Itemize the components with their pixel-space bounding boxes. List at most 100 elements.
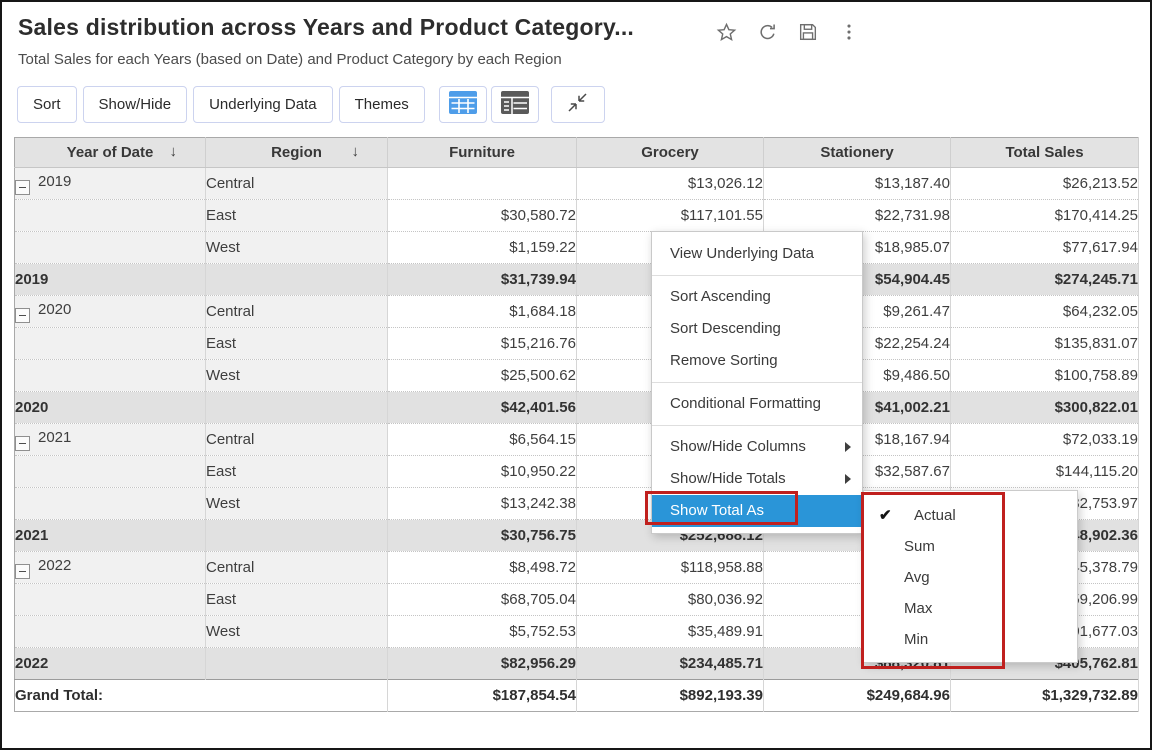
refresh-icon[interactable] [755, 20, 779, 44]
cell-grocery[interactable]: $13,026.12 [577, 168, 764, 200]
cell-total[interactable]: $26,213.52 [951, 168, 1139, 200]
menu-item-show-hide-totals[interactable]: Show/Hide Totals [652, 463, 862, 495]
cell-furniture[interactable]: $31,739.94 [388, 264, 577, 296]
cell-furniture[interactable]: $1,684.18 [388, 296, 577, 328]
submenu-item-avg[interactable]: Avg [864, 562, 1077, 593]
cell-furniture[interactable]: $30,756.75 [388, 520, 577, 552]
cell-region[interactable]: Central [206, 552, 388, 584]
submenu-item-actual[interactable]: ✔Actual [864, 500, 1077, 531]
show-hide-button[interactable]: Show/Hide [83, 86, 188, 123]
cell-year[interactable]: 2022 [15, 648, 206, 680]
collapse-view-button[interactable] [551, 86, 605, 123]
cell-region[interactable] [206, 648, 388, 680]
cell-grocery[interactable]: $892,193.39 [577, 680, 764, 712]
column-header-year-of-date[interactable]: Year of Date↓ [15, 138, 206, 168]
menu-item-conditional-formatting[interactable]: Conditional Formatting [652, 388, 862, 420]
cell-region[interactable]: East [206, 328, 388, 360]
cell-furniture[interactable]: $10,950.22 [388, 456, 577, 488]
sort-button[interactable]: Sort [17, 86, 77, 123]
cell-region[interactable]: West [206, 232, 388, 264]
cell-region[interactable]: Central [206, 424, 388, 456]
menu-item-remove-sorting[interactable]: Remove Sorting [652, 345, 862, 377]
submenu-item-min[interactable]: Min [864, 624, 1077, 655]
table-view-button[interactable] [439, 86, 487, 123]
cell-region[interactable] [206, 520, 388, 552]
cell-stationery[interactable]: $249,684.96 [764, 680, 951, 712]
menu-item-show-hide-columns[interactable]: Show/Hide Columns [652, 431, 862, 463]
menu-item-view-underlying-data[interactable]: View Underlying Data [652, 238, 862, 270]
cell-total[interactable]: $135,831.07 [951, 328, 1139, 360]
cell-year[interactable] [15, 488, 206, 520]
cell-furniture[interactable]: $15,216.76 [388, 328, 577, 360]
cell-year[interactable] [15, 456, 206, 488]
cell-furniture[interactable]: $1,159.22 [388, 232, 577, 264]
cell-stationery[interactable]: $22,731.98 [764, 200, 951, 232]
cell-stationery[interactable]: $13,187.40 [764, 168, 951, 200]
cell-region[interactable]: East [206, 200, 388, 232]
cell-total[interactable]: $77,617.94 [951, 232, 1139, 264]
cell-total[interactable]: $274,245.71 [951, 264, 1139, 296]
cell-year[interactable] [15, 360, 206, 392]
cell-total[interactable]: $1,329,732.89 [951, 680, 1139, 712]
submenu-item-sum[interactable]: Sum [864, 531, 1077, 562]
collapse-minus-icon[interactable] [15, 180, 30, 195]
table-dark-view-button[interactable] [491, 86, 539, 123]
cell-year[interactable] [15, 328, 206, 360]
themes-button[interactable]: Themes [339, 86, 425, 123]
collapse-minus-icon[interactable] [15, 436, 30, 451]
column-header-grocery[interactable]: Grocery [577, 138, 764, 168]
cell-total[interactable]: $100,758.89 [951, 360, 1139, 392]
cell-total[interactable]: $72,033.19 [951, 424, 1139, 456]
cell-furniture[interactable] [388, 168, 577, 200]
underlying-data-button[interactable]: Underlying Data [193, 86, 333, 123]
cell-furniture[interactable]: $30,580.72 [388, 200, 577, 232]
cell-region[interactable]: West [206, 360, 388, 392]
cell-region[interactable]: West [206, 616, 388, 648]
cell-region[interactable] [206, 264, 388, 296]
cell-year[interactable]: 2020 [15, 296, 206, 328]
sort-descending-arrow-icon[interactable]: ↓ [352, 143, 360, 160]
cell-furniture[interactable]: $8,498.72 [388, 552, 577, 584]
column-header-furniture[interactable]: Furniture [388, 138, 577, 168]
cell-region[interactable]: East [206, 584, 388, 616]
cell-grocery[interactable]: $234,485.71 [577, 648, 764, 680]
cell-total[interactable]: $300,822.01 [951, 392, 1139, 424]
favorite-star-icon[interactable] [714, 20, 738, 44]
cell-furniture[interactable]: $25,500.62 [388, 360, 577, 392]
cell-year[interactable]: 2019 [15, 264, 206, 296]
cell-year[interactable]: 2021 [15, 424, 206, 456]
column-header-stationery[interactable]: Stationery [764, 138, 951, 168]
cell-furniture[interactable]: $68,705.04 [388, 584, 577, 616]
cell-year[interactable]: 2021 [15, 520, 206, 552]
cell-year[interactable]: 2020 [15, 392, 206, 424]
cell-grocery[interactable]: $80,036.92 [577, 584, 764, 616]
cell-furniture[interactable]: $187,854.54 [388, 680, 577, 712]
cell-furniture[interactable]: $42,401.56 [388, 392, 577, 424]
cell-region[interactable]: West [206, 488, 388, 520]
cell-furniture[interactable]: $13,242.38 [388, 488, 577, 520]
cell-region[interactable] [206, 392, 388, 424]
cell-grocery[interactable]: $118,958.88 [577, 552, 764, 584]
menu-item-sort-descending[interactable]: Sort Descending [652, 313, 862, 345]
cell-total[interactable]: $64,232.05 [951, 296, 1139, 328]
save-icon[interactable] [796, 20, 820, 44]
more-options-icon[interactable] [837, 20, 861, 44]
cell-year[interactable] [15, 200, 206, 232]
cell-region[interactable]: Central [206, 168, 388, 200]
cell-total[interactable]: $144,115.20 [951, 456, 1139, 488]
cell-year[interactable]: 2022 [15, 552, 206, 584]
cell-furniture[interactable]: $6,564.15 [388, 424, 577, 456]
cell-furniture[interactable]: $82,956.29 [388, 648, 577, 680]
cell-year[interactable] [15, 232, 206, 264]
cell-year[interactable] [15, 584, 206, 616]
column-header-region[interactable]: Region↓ [206, 138, 388, 168]
column-header-total-sales[interactable]: Total Sales [951, 138, 1139, 168]
cell-grocery[interactable]: $117,101.55 [577, 200, 764, 232]
sort-descending-arrow-icon[interactable]: ↓ [170, 143, 178, 160]
cell-grocery[interactable]: $35,489.91 [577, 616, 764, 648]
cell-year[interactable]: 2019 [15, 168, 206, 200]
cell-year[interactable] [15, 616, 206, 648]
cell-region[interactable]: East [206, 456, 388, 488]
cell-furniture[interactable]: $5,752.53 [388, 616, 577, 648]
collapse-minus-icon[interactable] [15, 564, 30, 579]
